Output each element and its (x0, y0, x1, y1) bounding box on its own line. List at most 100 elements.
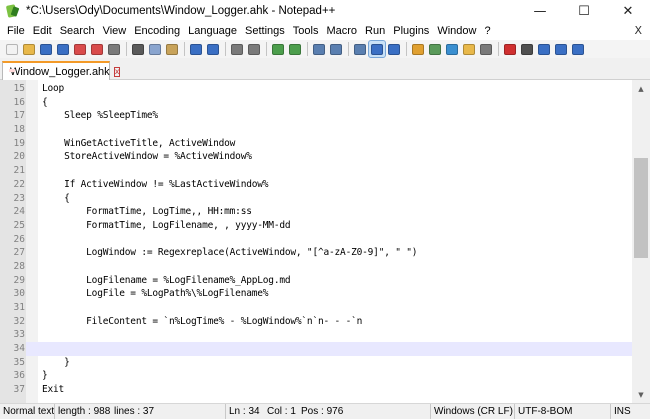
close-all-icon[interactable] (89, 41, 105, 57)
sync-vertical-icon[interactable] (311, 41, 327, 57)
sync-horizontal-icon[interactable] (328, 41, 344, 57)
code-line[interactable]: 18 (0, 123, 632, 137)
toolbar-separator (348, 42, 349, 56)
menu-settings[interactable]: Settings (241, 25, 289, 37)
code-line[interactable]: 21 (0, 164, 632, 178)
find-icon[interactable] (229, 41, 245, 57)
menu-plugins[interactable]: Plugins (389, 25, 433, 37)
code-line[interactable]: 22 If ActiveWindow != %LastActiveWindow% (0, 178, 632, 192)
menu-file[interactable]: File (3, 25, 29, 37)
folder-workspace-icon[interactable] (461, 41, 477, 57)
cut-icon[interactable] (130, 41, 146, 57)
language-icon[interactable] (410, 41, 426, 57)
code-line[interactable]: 37 Exit (0, 383, 632, 397)
line-number: 26 (13, 233, 25, 245)
code-line[interactable]: 32 FileContent = `n%LogTime% - %LogWindo… (0, 315, 632, 329)
title-bar: *C:\Users\Ody\Documents\Window_Logger.ah… (0, 0, 650, 22)
maximize-button[interactable]: ☐ (562, 0, 606, 22)
save-macro-icon[interactable] (570, 41, 586, 57)
menu-encoding[interactable]: Encoding (130, 25, 184, 37)
code-line[interactable]: 28 (0, 260, 632, 274)
close-document-button[interactable]: X (634, 24, 642, 37)
close-file-icon[interactable] (72, 41, 88, 57)
tab-window-logger[interactable]: Window_Logger.ahk x (2, 61, 121, 80)
code-line[interactable]: 35 } (0, 356, 632, 370)
code-line[interactable]: 34 (0, 342, 632, 356)
playback-icon[interactable] (536, 41, 552, 57)
line-number: 15 (13, 83, 25, 94)
window-title: *C:\Users\Ody\Documents\Window_Logger.ah… (26, 5, 336, 17)
stop-recording-icon[interactable] (519, 41, 535, 57)
scroll-down-arrow-icon[interactable]: ▼ (632, 386, 650, 403)
paste-icon[interactable] (164, 41, 180, 57)
menu-help[interactable]: ? (480, 25, 494, 37)
redo-icon[interactable] (205, 41, 221, 57)
code-line[interactable]: 36} (0, 369, 632, 383)
code-line[interactable]: 15 Loop (0, 82, 632, 96)
toolbar-separator (184, 42, 185, 56)
code-line[interactable]: 16 { (0, 96, 632, 110)
menu-run[interactable]: Run (361, 25, 389, 37)
menu-language[interactable]: Language (184, 25, 241, 37)
status-lines: lines : 37 (114, 406, 155, 417)
code-line[interactable]: 29 LogFilename = %LogFilename%_AppLog.md (0, 274, 632, 288)
close-window-button[interactable]: ✕ (606, 0, 650, 22)
open-file-icon[interactable] (21, 41, 37, 57)
minimize-button[interactable]: — (518, 0, 562, 22)
toolbar-separator (225, 42, 226, 56)
code-line[interactable]: 31 (0, 301, 632, 315)
toolbar-separator (126, 42, 127, 56)
vertical-scrollbar[interactable]: ▲ ▼ (632, 80, 650, 403)
start-recording-icon[interactable] (502, 41, 518, 57)
scroll-up-arrow-icon[interactable]: ▲ (632, 80, 650, 97)
code-line[interactable]: 17 Sleep %SleepTime% (0, 109, 632, 123)
scrollbar-thumb[interactable] (634, 158, 648, 258)
code-text: LogWindow := Regexreplace(ActiveWindow, … (42, 247, 418, 259)
code-line[interactable]: 23 { (0, 192, 632, 206)
copy-icon[interactable] (147, 41, 163, 57)
line-number: 22 (13, 178, 25, 190)
line-number: 25 (13, 219, 25, 231)
new-file-icon[interactable] (4, 41, 20, 57)
save-icon[interactable] (38, 41, 54, 57)
code-line[interactable]: 26 (0, 233, 632, 247)
replace-icon[interactable] (246, 41, 262, 57)
monitoring-icon[interactable] (478, 41, 494, 57)
menu-edit[interactable]: Edit (29, 25, 56, 37)
toolbar-separator (266, 42, 267, 56)
code-line[interactable]: 19 WinGetActiveTitle, ActiveWindow (0, 137, 632, 151)
document-map-icon[interactable] (427, 41, 443, 57)
print-icon[interactable] (106, 41, 122, 57)
menu-search[interactable]: Search (56, 25, 99, 37)
undo-icon[interactable] (188, 41, 204, 57)
code-editor[interactable]: 15 Loop 16{17 Sleep %SleepTime% 18 19 WinGet… (0, 80, 632, 403)
code-line[interactable]: 30 LogFile = %LogPath%\%LogFilename% (0, 287, 632, 301)
function-list-icon[interactable] (444, 41, 460, 57)
menu-tools[interactable]: Tools (289, 25, 323, 37)
indent-guide-icon[interactable] (386, 41, 402, 57)
status-bar: Normal text length : 988 lines : 37 Ln :… (0, 403, 650, 419)
save-all-icon[interactable] (55, 41, 71, 57)
code-line[interactable]: 33 (0, 328, 632, 342)
zoom-in-icon[interactable] (270, 41, 286, 57)
code-text: } (42, 370, 48, 382)
run-macro-multiple-icon[interactable] (553, 41, 569, 57)
line-number: 35 (13, 356, 25, 368)
menu-window[interactable]: Window (433, 25, 480, 37)
line-number: 17 (13, 110, 25, 122)
menu-macro[interactable]: Macro (322, 25, 361, 37)
menu-view[interactable]: View (99, 25, 131, 37)
code-line[interactable]: 24 FormatTime, LogTime,, HH:mm:ss (0, 205, 632, 219)
code-line[interactable]: 27 LogWindow := Regexreplace(ActiveWindo… (0, 246, 632, 260)
tab-label: Window_Logger.ahk (10, 65, 110, 78)
zoom-out-icon[interactable] (287, 41, 303, 57)
line-number: 27 (13, 247, 25, 259)
code-line[interactable]: 25 FormatTime, LogFilename, , yyyy-MM-dd (0, 219, 632, 233)
code-text: FormatTime, LogTime,, HH:mm:ss (42, 206, 252, 218)
code-line[interactable]: 20 StoreActiveWindow = %ActiveWindow% (0, 150, 632, 164)
line-number: 30 (13, 288, 25, 300)
show-all-characters-icon[interactable] (368, 40, 386, 58)
word-wrap-icon[interactable] (352, 41, 368, 57)
tab-close-button[interactable]: x (113, 66, 121, 77)
code-text: } (42, 356, 70, 368)
